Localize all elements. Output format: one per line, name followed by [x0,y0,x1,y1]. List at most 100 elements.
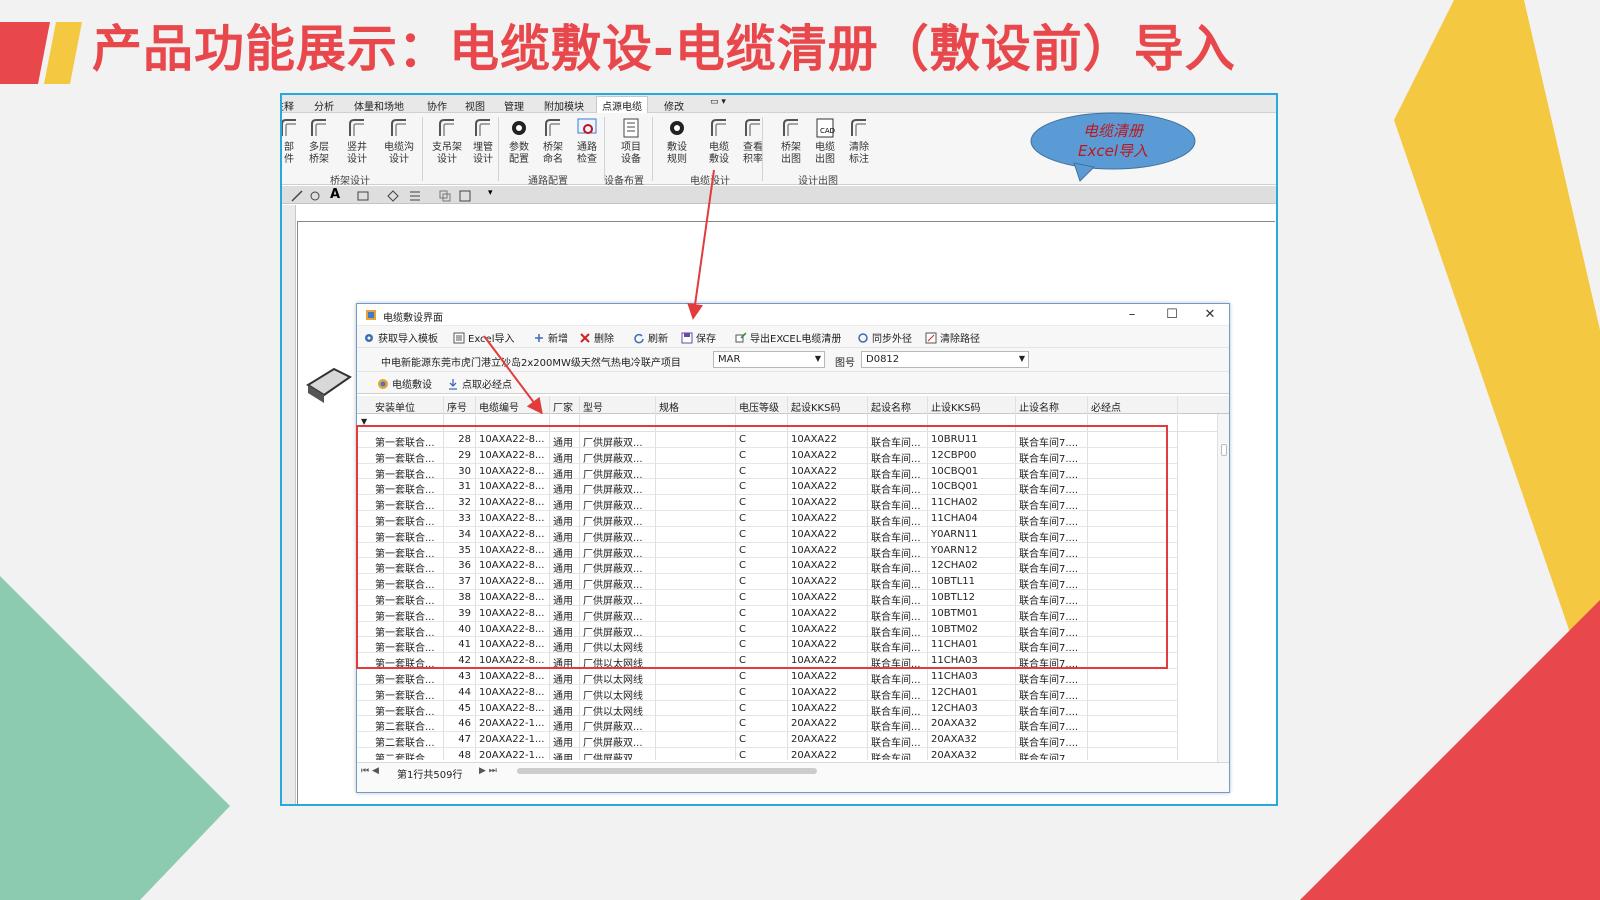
tab-manage[interactable]: 管理 [504,98,524,113]
table-row[interactable]: 第二套联合... 46 20AXA22-1... 通用 厂供屏蔽双... C 20AXA22… [357,716,1177,733]
table-cell: 联合车间7.... [1019,706,1079,718]
ribbon-button-multilayer-tray[interactable]: 多层 桥架 [302,116,336,166]
column-header-end-kks[interactable]: 止设KKS码 [931,399,980,414]
table-row[interactable]: 第一套联合... 45 10AXA22-8... 通用 厂供以太网线 C 10AXA22 联合… [357,701,1177,718]
tab-annotate[interactable]: 注释 [282,98,294,113]
column-header-start-name[interactable]: 起设名称 [871,399,911,414]
tab-cable[interactable]: 点源电缆 [596,96,648,113]
table-row[interactable]: 第二套联合... 48 20AXA22-1... 通用 厂供屏蔽双... C 20AXA22… [357,748,1177,760]
tab-view[interactable]: 视图 [465,98,485,113]
download-icon [447,378,459,390]
system-select[interactable]: MAR ▼ [713,351,825,368]
ribbon-button-gear[interactable]: 参数 配置 [502,116,536,166]
toolbar-button-gear[interactable]: 获取导入模板 [363,330,438,345]
table-row[interactable]: 第一套联合... 43 10AXA22-8... 通用 厂供以太网线 C 10AXA22 联合… [357,669,1177,686]
ribbon-button-label: 通路 检查 [577,142,597,165]
table-cell: 10AXA22 [791,686,837,698]
toolbar-button-plus[interactable]: 新增 [533,330,568,345]
ribbon-button-cable-lay[interactable]: 电缆 敷设 [702,116,736,166]
column-header-vendor[interactable]: 厂家 [553,399,573,414]
column-header-voltage[interactable]: 电压等级 [739,399,779,414]
toolbar-button-export[interactable]: 导出EXCEL电缆清册 [735,330,841,345]
column-header-spec[interactable]: 规格 [659,399,679,414]
customize-icon[interactable]: ▾ [488,188,502,202]
pager-first-prev[interactable]: ⏮ ◀ [361,766,379,776]
cable-laying-button[interactable]: 电缆敷设 [377,376,432,391]
toolbar-button-excel[interactable]: Excel导入 [453,330,515,345]
ribbon-button-path-check[interactable]: 通路 检查 [570,116,604,166]
toolbar-button-delete[interactable]: 删除 [579,330,614,345]
table-row[interactable]: 第一套联合... 44 10AXA22-8... 通用 厂供以太网线 C 10AXA22 联合… [357,685,1177,702]
copy-icon[interactable] [438,188,452,202]
table-cell: 通用 [553,674,573,686]
scroll-thumb[interactable] [1221,444,1227,456]
column-header-model[interactable]: 型号 [583,399,603,414]
column-header-cable-no[interactable]: 电缆编号 [479,399,519,414]
vertical-scrollbar[interactable] [1217,414,1229,768]
tab-addins[interactable]: 附加模块 [544,98,584,113]
toolbar-button-clear-path[interactable]: 清除路径 [925,330,980,345]
pager-next-last[interactable]: ▶ ⏭ [479,766,497,776]
dimension-icon[interactable] [308,188,322,202]
shaft-icon [345,116,369,140]
ribbon-button-fill-rate[interactable]: 查看 积率 [736,116,770,166]
ribbon-button-tray-drawing[interactable]: 桥架 出图 [774,116,808,166]
ribbon-group-label: 设计出图 [798,176,838,187]
table-cell: C [739,749,746,760]
ribbon-button-cad[interactable]: CAD 电缆 出图 [808,116,842,166]
column-header-install-unit[interactable]: 安装单位 [375,399,415,414]
model-icon[interactable] [356,188,370,202]
column-header-seq[interactable]: 序号 [447,399,467,414]
list-icon[interactable] [408,188,422,202]
toolbar-button-save[interactable]: 保存 [681,330,716,345]
text-icon[interactable]: A [330,188,344,202]
table-cell: 20AXA32 [931,749,977,760]
tag-icon[interactable] [386,188,400,202]
ribbon-button-label: 埋管 设计 [473,142,493,165]
tab-collaborate[interactable]: 协作 [427,98,447,113]
ribbon-button-tray-name[interactable]: 桥架 命名 [536,116,570,166]
horizontal-scrollbar[interactable] [517,768,817,774]
column-header-waypoint[interactable]: 必经点 [1091,399,1121,414]
ribbon-button-conduit[interactable]: 埋管 设计 [466,116,500,166]
table-cell: 45 [458,702,471,714]
column-header-start-kks[interactable]: 起设KKS码 [791,399,840,414]
table-cell: 20AXA22-1... [479,749,545,760]
ribbon-button-trench[interactable]: 电缆沟 设计 [382,116,416,166]
ribbon-button-bracket[interactable]: 支吊架 设计 [430,116,464,166]
ribbon-button-device[interactable]: 项目 设备 [614,116,648,166]
ribbon-group-label: 通路配置 [528,176,568,187]
ribbon-separator [762,117,763,181]
column-header-end-name[interactable]: 止设名称 [1019,399,1059,414]
toolbar-button-refresh[interactable]: 刷新 [633,330,668,345]
close-button[interactable]: ✕ [1199,307,1221,323]
toolbar-button-label: 同步外径 [872,334,912,345]
table-cell: 10AXA22 [791,670,837,682]
ribbon-group-label: 电缆设计 [690,176,730,187]
tab-analyze[interactable]: 分析 [314,98,334,113]
window-icon[interactable] [458,188,472,202]
table-cell: 通用 [553,738,573,750]
tab-dropdown-icon[interactable]: ▭ ▾ [710,97,726,107]
table-row[interactable]: 第二套联合... 47 20AXA22-1... 通用 厂供屏蔽双... C 20AXA22… [357,732,1177,750]
pick-waypoint-button[interactable]: 点取必经点 [447,376,512,391]
maximize-button[interactable]: ☐ [1161,307,1183,323]
table-cell: 第一套联合... [375,674,435,686]
drawing-select[interactable]: D0812 ▼ [861,351,1029,368]
ribbon-button-shaft[interactable]: 竖井 设计 [340,116,374,166]
toolbar-button-label: 新增 [548,334,568,345]
app-icon [365,309,377,321]
tab-modify[interactable]: 修改 [664,98,684,113]
ribbon-button-clear-tag[interactable]: 清除 标注 [842,116,876,166]
sub-toolbar-label: 电缆敷设 [392,380,432,391]
ribbon-button-label: 电缆沟 设计 [384,142,414,165]
toolbar-button-sync[interactable]: 同步外径 [857,330,912,345]
minimize-button[interactable]: – [1121,307,1143,323]
measure-icon[interactable] [290,188,304,202]
multilayer-tray-icon [307,116,331,140]
ribbon-button-rule-gear[interactable]: 敷设 规则 [660,116,694,166]
drawing-select-value: D0812 [866,354,900,365]
tab-massing[interactable]: 体量和场地 [354,98,404,113]
table-cell: 厂供以太网线 [583,674,643,686]
table-cell: 厂供屏蔽双... [583,738,643,750]
